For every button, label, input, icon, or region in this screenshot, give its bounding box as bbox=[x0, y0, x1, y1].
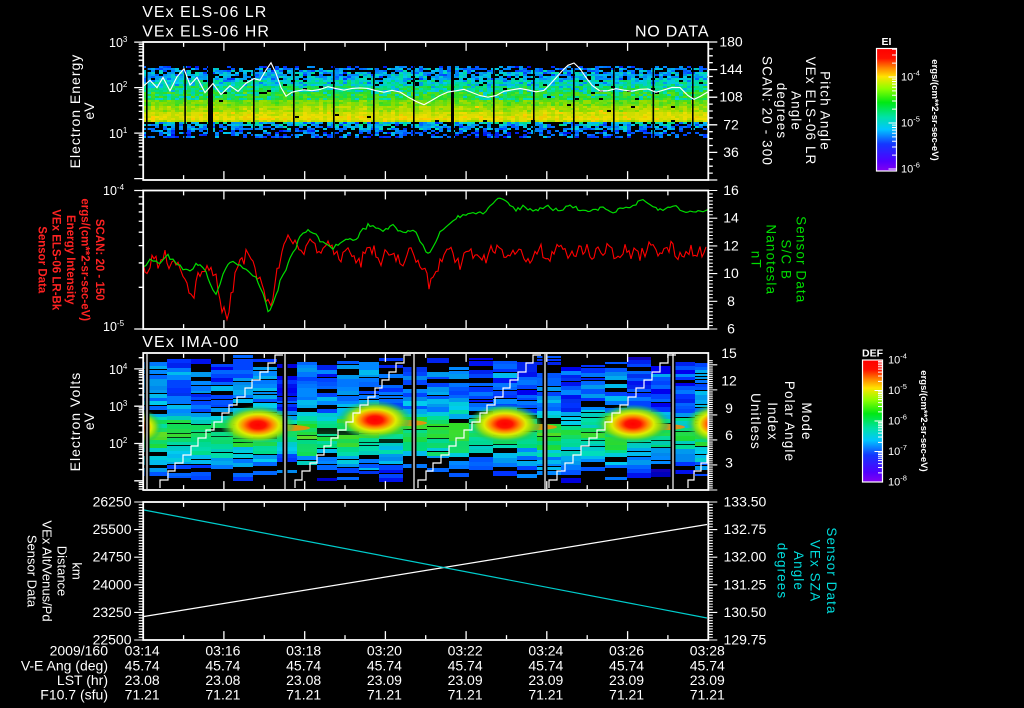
svg-text:Mode: Mode bbox=[799, 402, 814, 440]
svg-text:Pitch Angle: Pitch Angle bbox=[817, 71, 832, 151]
svg-text:14: 14 bbox=[723, 210, 739, 226]
svg-text:9: 9 bbox=[725, 400, 733, 416]
svg-text:133.50: 133.50 bbox=[724, 494, 767, 510]
svg-text:71.21: 71.21 bbox=[448, 687, 483, 703]
svg-text:71.21: 71.21 bbox=[609, 687, 644, 703]
svg-text:15: 15 bbox=[721, 345, 737, 361]
svg-text:36: 36 bbox=[723, 144, 739, 160]
svg-text:24750: 24750 bbox=[93, 549, 132, 565]
svg-text:03:22: 03:22 bbox=[448, 643, 483, 659]
svg-text:131.25: 131.25 bbox=[724, 576, 767, 592]
svg-text:03:20: 03:20 bbox=[367, 643, 402, 659]
svg-text:Sensor Data: Sensor Data bbox=[35, 226, 47, 294]
svg-text:ergs/(cm**2-sr-sec-eV): ergs/(cm**2-sr-sec-eV) bbox=[78, 198, 90, 321]
svg-text:132.00: 132.00 bbox=[724, 549, 767, 565]
svg-text:eV: eV bbox=[81, 102, 97, 120]
svg-text:71.21: 71.21 bbox=[690, 687, 725, 703]
svg-text:72: 72 bbox=[723, 116, 739, 132]
svg-text:Energy Intensity: Energy Intensity bbox=[64, 215, 76, 305]
svg-text:108: 108 bbox=[719, 89, 743, 105]
svg-text:129.75: 129.75 bbox=[724, 632, 767, 648]
svg-text:Angle: Angle bbox=[791, 551, 806, 591]
svg-text:12: 12 bbox=[721, 372, 737, 388]
svg-text:71.21: 71.21 bbox=[125, 687, 160, 703]
svg-text:71.21: 71.21 bbox=[528, 687, 563, 703]
svg-text:km: km bbox=[69, 562, 84, 579]
svg-text:130.50: 130.50 bbox=[724, 604, 767, 620]
svg-text:03:14: 03:14 bbox=[125, 643, 160, 659]
svg-text:ergs/(cm**2-sr-sec-eV): ergs/(cm**2-sr-sec-eV) bbox=[918, 370, 929, 471]
svg-text:03:18: 03:18 bbox=[286, 643, 321, 659]
svg-text:10: 10 bbox=[723, 265, 739, 281]
svg-text:F10.7 (sfu): F10.7 (sfu) bbox=[40, 687, 108, 703]
svg-text:SCAN: 20 - 150: SCAN: 20 - 150 bbox=[93, 219, 105, 301]
svg-text:VEx ELS-06 LR: VEx ELS-06 LR bbox=[803, 57, 818, 166]
svg-text:Sensor Data: Sensor Data bbox=[824, 527, 839, 614]
svg-text:132.75: 132.75 bbox=[724, 521, 767, 537]
svg-text:VEx ELS-06 LR: VEx ELS-06 LR bbox=[142, 4, 267, 21]
svg-text:6: 6 bbox=[727, 321, 735, 337]
svg-text:03:26: 03:26 bbox=[609, 643, 644, 659]
svg-text:03:28: 03:28 bbox=[690, 643, 725, 659]
svg-text:24000: 24000 bbox=[93, 576, 132, 592]
svg-text:23250: 23250 bbox=[93, 604, 132, 620]
svg-text:VEx SZA: VEx SZA bbox=[807, 540, 822, 602]
svg-text:25500: 25500 bbox=[93, 521, 132, 537]
svg-text:VEx IMA-00: VEx IMA-00 bbox=[142, 334, 239, 351]
svg-text:SCAN: 20 - 300: SCAN: 20 - 300 bbox=[759, 56, 774, 166]
svg-text:Nanotesla: Nanotesla bbox=[763, 224, 778, 295]
svg-text:144: 144 bbox=[719, 61, 743, 77]
svg-text:S/C B: S/C B bbox=[778, 239, 793, 280]
svg-text:71.21: 71.21 bbox=[367, 687, 402, 703]
svg-text:DEF: DEF bbox=[862, 348, 884, 360]
svg-text:2009/160: 2009/160 bbox=[50, 643, 109, 659]
svg-text:Polar Angle: Polar Angle bbox=[782, 381, 797, 462]
svg-text:03:24: 03:24 bbox=[528, 643, 563, 659]
svg-text:degrees: degrees bbox=[774, 83, 789, 140]
svg-text:8: 8 bbox=[727, 293, 735, 309]
svg-text:180: 180 bbox=[719, 34, 743, 50]
svg-text:Sensor Data: Sensor Data bbox=[24, 535, 39, 608]
svg-text:6: 6 bbox=[725, 427, 733, 443]
svg-text:26250: 26250 bbox=[93, 494, 132, 510]
svg-text:Angle: Angle bbox=[788, 91, 803, 131]
svg-text:degrees: degrees bbox=[774, 543, 789, 600]
svg-text:16: 16 bbox=[723, 182, 739, 198]
svg-text:71.21: 71.21 bbox=[205, 687, 240, 703]
svg-text:Unitless: Unitless bbox=[748, 393, 763, 450]
svg-text:3: 3 bbox=[725, 455, 733, 471]
svg-text:71.21: 71.21 bbox=[286, 687, 321, 703]
svg-text:nT: nT bbox=[748, 251, 763, 269]
svg-text:EI: EI bbox=[882, 36, 892, 48]
svg-text:ergs/(cm**2-sr-sec-eV): ergs/(cm**2-sr-sec-eV) bbox=[929, 59, 940, 160]
svg-text:VEx ELS-06 HR: VEx ELS-06 HR bbox=[142, 24, 270, 41]
svg-text:03:16: 03:16 bbox=[205, 643, 240, 659]
svg-text:eV: eV bbox=[81, 412, 97, 430]
svg-text:VEx ELS-06 LR-Bk: VEx ELS-06 LR-Bk bbox=[50, 209, 62, 311]
svg-text:VEx Alt/Venus/Pd: VEx Alt/Venus/Pd bbox=[39, 520, 54, 621]
svg-text:NO DATA: NO DATA bbox=[635, 24, 709, 41]
svg-text:Sensor Data: Sensor Data bbox=[793, 216, 808, 303]
svg-text:Index: Index bbox=[765, 402, 780, 441]
svg-text:Distance: Distance bbox=[54, 546, 69, 597]
svg-text:12: 12 bbox=[723, 237, 739, 253]
